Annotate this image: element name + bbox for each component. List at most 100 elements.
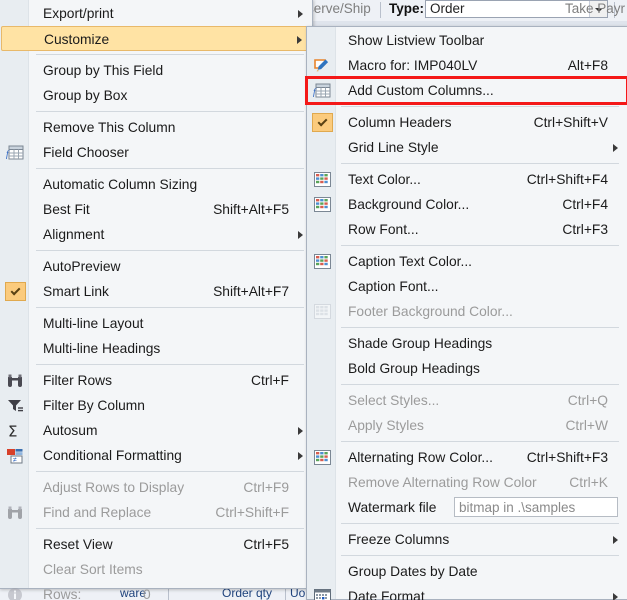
menu-item-date-format[interactable]: Date Format [308, 584, 626, 600]
menu-item-label: Alternating Row Color... [348, 450, 493, 465]
menu-item-shortcut: Shift+Alt+F5 [213, 202, 289, 217]
svg-text:Σ: Σ [8, 423, 17, 439]
menu-item-label: Export/print [43, 6, 114, 21]
table-field-icon: f [3, 142, 27, 163]
menu-item-shortcut: Ctrl+Shift+F3 [526, 450, 608, 465]
menu-item-label: Watermark file [348, 500, 437, 515]
menu-item-value: 0 [143, 587, 151, 600]
grid-gray-icon [310, 301, 334, 322]
menu-item-bold-group-headings[interactable]: Bold Group Headings [308, 356, 626, 381]
menu-item-field-chooser[interactable]: f Field Chooser [1, 140, 311, 165]
menu-item-group-by-box[interactable]: Group by Box [1, 83, 311, 108]
submenu-arrow-icon [298, 10, 303, 18]
info-icon [3, 584, 27, 600]
menu-item-shortcut: Ctrl+F4 [562, 197, 608, 212]
menu-item-reset-view[interactable]: Reset View Ctrl+F5 [1, 532, 311, 557]
menu-item-find-and-replace: Find and Replace Ctrl+Shift+F [1, 500, 311, 525]
menu-item-label: Multi-line Headings [43, 341, 161, 356]
menu-item-group-by-this-field[interactable]: Group by This Field [1, 58, 311, 83]
sigma-icon: Σ [3, 420, 27, 441]
menu-item-label: Reset View [43, 537, 113, 552]
menu-item-autosum[interactable]: Σ Autosum [1, 418, 311, 443]
menu-item-filter-by-column[interactable]: Filter By Column [1, 393, 311, 418]
menu-item-background-color[interactable]: Background Color... Ctrl+F4 [308, 192, 626, 217]
menu-item-label: Date Format [348, 589, 425, 600]
menu-item-shortcut: Shift+Alt+F7 [213, 284, 289, 299]
binoculars-icon [3, 502, 27, 523]
menu-item-group-dates-by-date[interactable]: Group Dates by Date [308, 559, 626, 584]
calendar-icon [310, 586, 334, 600]
menu-item-label: Background Color... [348, 197, 470, 212]
menu-item-label: Multi-line Layout [43, 316, 144, 331]
menu-item-grid-line-style[interactable]: Grid Line Style [308, 135, 626, 160]
menu-separator [341, 523, 619, 524]
menu-separator [341, 163, 619, 164]
menu-item-shortcut: Alt+F8 [567, 58, 608, 73]
menu-item-label: Adjust Rows to Display [43, 480, 185, 495]
menu-item-column-headers[interactable]: Column Headers Ctrl+Shift+V [308, 110, 626, 135]
toolbar-type-label: Type: [389, 1, 425, 16]
grid-color-icon [310, 169, 334, 190]
toolbar-reserve-ship-label: serve/Ship [307, 1, 371, 16]
menu-item-show-listview-toolbar[interactable]: Show Listview Toolbar [308, 28, 626, 53]
menu-item-select-styles: Select Styles... Ctrl+Q [308, 388, 626, 413]
menu-item-multi-line-headings[interactable]: Multi-line Headings [1, 336, 311, 361]
menu-item-label: Apply Styles [348, 418, 424, 433]
menu-item-label: Select Styles... [348, 393, 440, 408]
menu-item-best-fit[interactable]: Best Fit Shift+Alt+F5 [1, 197, 311, 222]
menu-item-smart-link[interactable]: Smart Link Shift+Alt+F7 [1, 279, 311, 304]
menu-item-macro-for-imp040lv[interactable]: Macro for: IMP040LV Alt+F8 [308, 53, 626, 78]
menu-item-customize[interactable]: Customize [1, 26, 311, 51]
menu-item-shade-group-headings[interactable]: Shade Group Headings [308, 331, 626, 356]
context-menu[interactable]: Export/print Customize Group by This Field… [0, 0, 313, 600]
toolbar-take-payment-label: Take Payr [565, 1, 626, 16]
menu-item-label: Macro for: IMP040LV [348, 58, 478, 73]
menu-item-label: Clear Sort Items [43, 562, 143, 577]
cond-format-icon: ≠ [3, 445, 27, 466]
menu-item-freeze-columns[interactable]: Freeze Columns [308, 527, 626, 552]
menu-item-multi-line-layout[interactable]: Multi-line Layout [1, 311, 311, 336]
menu-separator [36, 250, 304, 251]
menu-item-watermark-file[interactable]: Watermark file bitmap in .\samples [308, 495, 626, 520]
menu-item-text-color[interactable]: Text Color... Ctrl+Shift+F4 [308, 167, 626, 192]
macro-pencil-icon [310, 55, 334, 76]
customize-submenu[interactable]: Show Listview Toolbar Macro for: IMP040L… [305, 26, 627, 600]
menu-separator [341, 327, 619, 328]
menu-item-add-custom-columns[interactable]: f Add Custom Columns... [308, 78, 626, 103]
toolbar-divider [380, 2, 381, 18]
menu-item-label: Autosum [43, 423, 98, 438]
watermark-file-input[interactable]: bitmap in .\samples [454, 497, 618, 517]
menu-item-alternating-row-color[interactable]: Alternating Row Color... Ctrl+Shift+F3 [308, 445, 626, 470]
funnel-icon [3, 395, 27, 416]
binoculars-icon [3, 370, 27, 391]
menu-item-rows: Rows: 0 [1, 582, 311, 600]
menu-item-label: Customize [44, 32, 110, 47]
menu-item-label: Column Headers [348, 115, 452, 130]
menu-separator [36, 111, 304, 112]
menu-item-shortcut: Ctrl+K [569, 475, 608, 490]
menu-item-caption-font[interactable]: Caption Font... [308, 274, 626, 299]
menu-item-label: Find and Replace [43, 505, 152, 520]
menu-item-shortcut: Ctrl+F9 [243, 480, 289, 495]
menu-item-automatic-column-sizing[interactable]: Automatic Column Sizing [1, 172, 311, 197]
menu-item-autopreview[interactable]: AutoPreview [1, 254, 311, 279]
menu-item-alignment[interactable]: Alignment [1, 222, 311, 247]
menu-item-filter-rows[interactable]: Filter Rows Ctrl+F [1, 368, 311, 393]
menu-item-row-font[interactable]: Row Font... Ctrl+F3 [308, 217, 626, 242]
submenu-arrow-icon [613, 593, 618, 600]
menu-item-conditional-formatting[interactable]: ≠ Conditional Formatting [1, 443, 311, 468]
menu-item-remove-this-column[interactable]: Remove This Column [1, 115, 311, 140]
menu-item-apply-styles: Apply Styles Ctrl+W [308, 413, 626, 438]
menu-item-shortcut: Ctrl+Shift+F [215, 505, 289, 520]
menu-item-label: Field Chooser [43, 145, 129, 160]
menu-item-export-print[interactable]: Export/print [1, 1, 311, 26]
menu-item-clear-sort-items: Clear Sort Items [1, 557, 311, 582]
menu-separator [341, 441, 619, 442]
menu-item-label: Add Custom Columns... [348, 83, 494, 98]
menu-item-caption-text-color[interactable]: Caption Text Color... [308, 249, 626, 274]
menu-item-shortcut: Ctrl+Q [567, 393, 608, 408]
table-field-icon: f [310, 80, 334, 101]
menu-separator [341, 555, 619, 556]
application-screen: serve/Ship Type: Order Take Payr ware Or… [0, 0, 627, 600]
menu-item-label: Bold Group Headings [348, 361, 480, 376]
